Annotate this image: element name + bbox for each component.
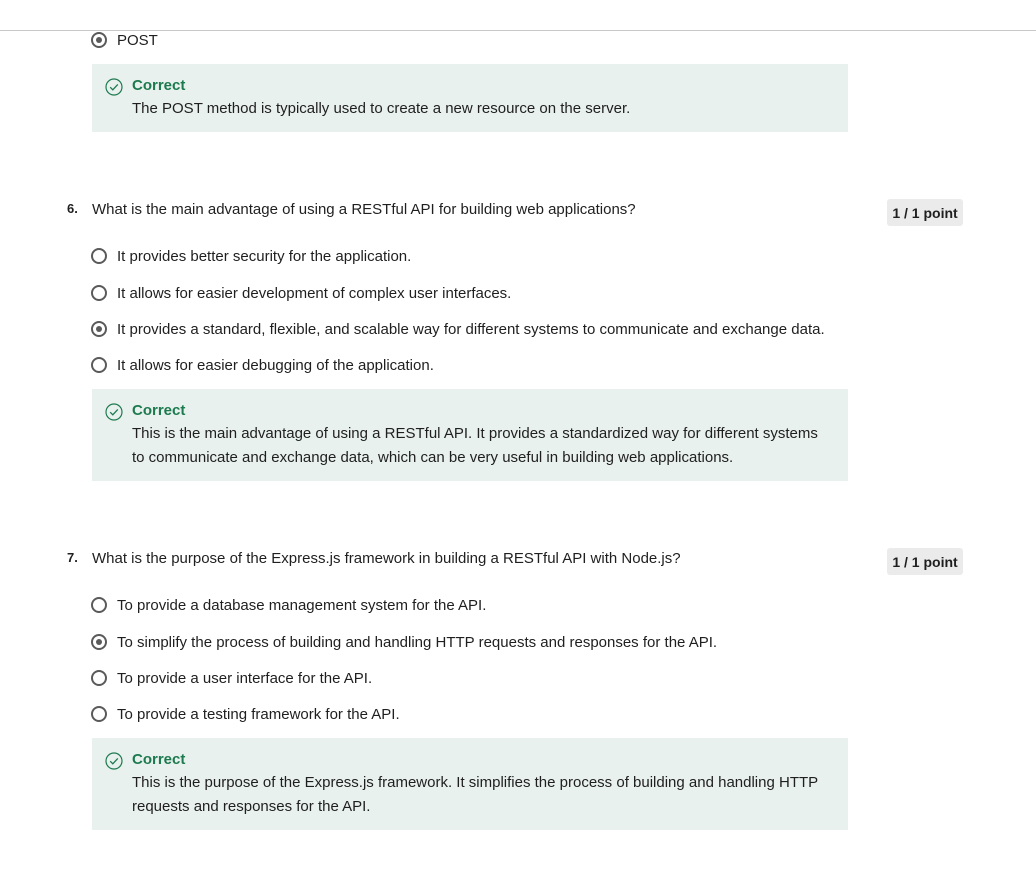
radio-checked-icon[interactable] xyxy=(91,634,107,650)
q5-option-label: POST xyxy=(117,31,158,49)
radio-unchecked-icon[interactable] xyxy=(91,285,107,301)
question-number: 6. xyxy=(67,201,78,216)
option-label: It provides better security for the appl… xyxy=(117,247,412,265)
option-label: It provides a standard, flexible, and sc… xyxy=(117,320,825,338)
option-label: To simplify the process of building and … xyxy=(117,633,718,651)
radio-unchecked-icon[interactable] xyxy=(91,706,107,722)
q7-option-1[interactable]: To provide a database management system … xyxy=(91,594,486,616)
check-circle-icon xyxy=(105,78,123,96)
points-badge: 1 / 1 point xyxy=(887,199,963,226)
option-label: It allows for easier development of comp… xyxy=(117,284,512,302)
feedback-text: This is the purpose of the Express.js fr… xyxy=(132,774,818,815)
option-label: To provide a testing framework for the A… xyxy=(117,705,400,723)
radio-checked-icon[interactable] xyxy=(91,321,107,337)
q7-option-3[interactable]: To provide a user interface for the API. xyxy=(91,667,372,689)
radio-unchecked-icon[interactable] xyxy=(91,357,107,373)
option-label: To provide a database management system … xyxy=(117,596,487,614)
option-label: It allows for easier debugging of the ap… xyxy=(117,356,434,374)
check-circle-icon xyxy=(105,752,123,770)
feedback-title: Correct xyxy=(132,402,186,419)
question-number: 7. xyxy=(67,550,78,565)
q6-option-4[interactable]: It allows for easier debugging of the ap… xyxy=(91,354,434,376)
question-text: What is the purpose of the Express.js fr… xyxy=(92,550,681,567)
feedback-title: Correct xyxy=(132,751,186,768)
radio-unchecked-icon[interactable] xyxy=(91,597,107,613)
quiz-results-page: POST Correct The POST method is typicall… xyxy=(0,0,1036,880)
q6-option-3[interactable]: It provides a standard, flexible, and sc… xyxy=(91,318,825,340)
radio-unchecked-icon[interactable] xyxy=(91,248,107,264)
question-text: What is the main advantage of using a RE… xyxy=(92,201,636,218)
q7-feedback: Correct This is the purpose of the Expre… xyxy=(92,738,848,830)
q5-feedback: Correct The POST method is typically use… xyxy=(92,64,848,132)
q7-option-4[interactable]: To provide a testing framework for the A… xyxy=(91,703,400,725)
points-badge: 1 / 1 point xyxy=(887,548,963,575)
q7-option-2[interactable]: To simplify the process of building and … xyxy=(91,631,717,653)
feedback-text: This is the main advantage of using a RE… xyxy=(132,425,818,466)
feedback-title: Correct xyxy=(132,77,186,94)
feedback-text: The POST method is typically used to cre… xyxy=(132,100,631,117)
radio-checked-icon[interactable] xyxy=(91,32,107,48)
q5-option-selected[interactable]: POST xyxy=(91,29,158,51)
radio-unchecked-icon[interactable] xyxy=(91,670,107,686)
option-label: To provide a user interface for the API. xyxy=(117,669,373,687)
q6-option-2[interactable]: It allows for easier development of comp… xyxy=(91,282,511,304)
q6-option-1[interactable]: It provides better security for the appl… xyxy=(91,245,411,267)
check-circle-icon xyxy=(105,403,123,421)
q6-feedback: Correct This is the main advantage of us… xyxy=(92,389,848,481)
